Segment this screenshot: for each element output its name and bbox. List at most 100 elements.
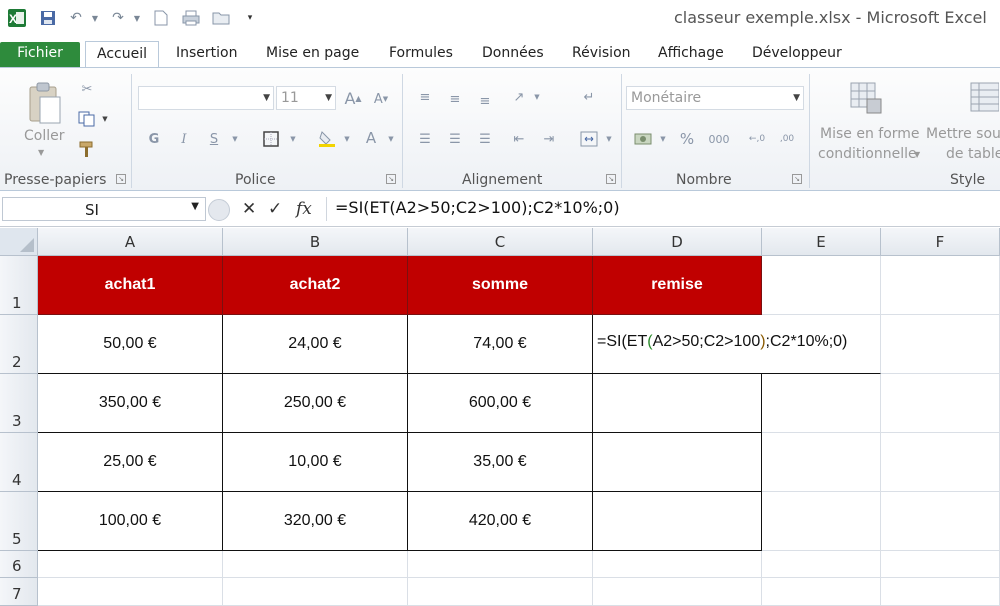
- cell-a7[interactable]: [38, 578, 223, 606]
- column-header-b[interactable]: B: [223, 228, 408, 256]
- align-center-icon[interactable]: ☰: [444, 128, 466, 150]
- row-header-3[interactable]: 3: [0, 374, 38, 433]
- cancel-icon[interactable]: ✕: [242, 199, 256, 219]
- align-middle-icon[interactable]: ≡: [444, 88, 466, 110]
- cell-a5[interactable]: 100,00 €: [38, 492, 223, 551]
- cell-d3[interactable]: [593, 374, 762, 433]
- italic-icon[interactable]: I: [174, 128, 194, 150]
- undo-dropdown-icon[interactable]: ▼: [90, 8, 100, 28]
- customize-toolbar-icon[interactable]: ▾: [244, 8, 256, 28]
- cell-b1[interactable]: achat2: [223, 256, 408, 315]
- select-all-button[interactable]: [0, 228, 38, 256]
- merge-dropdown-icon[interactable]: ▼: [604, 134, 614, 144]
- row-header-1[interactable]: 1: [0, 256, 38, 315]
- cell-f2[interactable]: [881, 315, 1000, 374]
- font-color-icon[interactable]: A: [360, 126, 382, 150]
- row-header-2[interactable]: 2: [0, 315, 38, 374]
- orientation-icon[interactable]: ↗: [508, 86, 530, 108]
- enter-icon[interactable]: ✓: [268, 199, 282, 219]
- cell-f1[interactable]: [881, 256, 1000, 315]
- borders-icon[interactable]: [260, 128, 282, 150]
- cell-b4[interactable]: 10,00 €: [223, 433, 408, 492]
- conditional-formatting-label-1[interactable]: Mise en forme: [820, 126, 920, 142]
- row-header-4[interactable]: 4: [0, 433, 38, 492]
- tab-donnees[interactable]: Données: [482, 42, 544, 68]
- formula-input[interactable]: =SI(ET(A2>50;C2>100);C2*10%;0): [326, 197, 998, 221]
- cell-c5[interactable]: 420,00 €: [408, 492, 593, 551]
- align-right-icon[interactable]: ☰: [474, 128, 496, 150]
- cell-f3[interactable]: [881, 374, 1000, 433]
- undo-icon[interactable]: ↶: [66, 8, 86, 28]
- bold-icon[interactable]: G: [144, 128, 164, 150]
- cell-c4[interactable]: 35,00 €: [408, 433, 593, 492]
- cell-a6[interactable]: [38, 551, 223, 578]
- cell-c2[interactable]: 74,00 €: [408, 315, 593, 374]
- percent-style-icon[interactable]: %: [676, 128, 698, 150]
- redo-dropdown-icon[interactable]: ▼: [132, 8, 142, 28]
- wrap-text-icon[interactable]: ↵: [578, 86, 600, 108]
- decrease-decimal-icon[interactable]: ,00: [776, 128, 798, 150]
- clipboard-launcher-icon[interactable]: ↘: [116, 174, 126, 184]
- cell-d2-editing-text[interactable]: =SI(ET(A2>50;C2>100);C2*10%;0): [597, 333, 847, 351]
- format-as-table-label-1[interactable]: Mettre sou: [926, 126, 1000, 142]
- row-header-6[interactable]: 6: [0, 551, 38, 578]
- copy-icon[interactable]: [76, 108, 98, 130]
- cell-c6[interactable]: [408, 551, 593, 578]
- column-header-d[interactable]: D: [593, 228, 762, 256]
- cell-d4[interactable]: [593, 433, 762, 492]
- chevron-down-icon[interactable]: ▼: [191, 201, 199, 212]
- format-as-table-icon[interactable]: [968, 78, 1000, 118]
- align-left-icon[interactable]: ☰: [414, 128, 436, 150]
- cell-c3[interactable]: 600,00 €: [408, 374, 593, 433]
- copy-dropdown-icon[interactable]: ▼: [100, 114, 110, 124]
- cell-e5[interactable]: [762, 492, 881, 551]
- cell-a2[interactable]: 50,00 €: [38, 315, 223, 374]
- save-icon[interactable]: [38, 8, 58, 28]
- cell-b6[interactable]: [223, 551, 408, 578]
- cell-d6[interactable]: [593, 551, 762, 578]
- cut-icon[interactable]: ✂: [76, 78, 98, 100]
- new-document-icon[interactable]: [152, 8, 170, 28]
- align-bottom-icon[interactable]: ≡: [474, 90, 496, 112]
- cell-b3[interactable]: 250,00 €: [223, 374, 408, 433]
- cell-e6[interactable]: [762, 551, 881, 578]
- row-header-5[interactable]: 5: [0, 492, 38, 551]
- tab-revision[interactable]: Révision: [572, 42, 631, 68]
- fill-color-dropdown-icon[interactable]: ▼: [342, 134, 352, 144]
- alignment-launcher-icon[interactable]: ↘: [606, 174, 616, 184]
- cell-d5[interactable]: [593, 492, 762, 551]
- tab-mise-en-page[interactable]: Mise en page: [266, 42, 359, 68]
- shrink-font-icon[interactable]: A ▼: [370, 88, 392, 110]
- column-header-a[interactable]: A: [38, 228, 223, 256]
- font-launcher-icon[interactable]: ↘: [386, 174, 396, 184]
- merge-center-icon[interactable]: [578, 128, 600, 150]
- tab-fichier[interactable]: Fichier: [0, 42, 80, 68]
- row-header-7[interactable]: 7: [0, 578, 38, 606]
- column-header-f[interactable]: F: [881, 228, 1000, 256]
- cell-e7[interactable]: [762, 578, 881, 606]
- column-header-e[interactable]: E: [762, 228, 881, 256]
- comma-style-icon[interactable]: 000: [706, 128, 732, 150]
- print-icon[interactable]: [180, 8, 202, 28]
- increase-decimal-icon[interactable]: ←,0: [746, 128, 768, 150]
- cell-a4[interactable]: 25,00 €: [38, 433, 223, 492]
- cell-d1[interactable]: remise: [593, 256, 762, 315]
- format-painter-icon[interactable]: [76, 138, 98, 160]
- grow-font-icon[interactable]: A ▲: [342, 86, 364, 110]
- name-box[interactable]: SI ▼: [2, 197, 206, 221]
- decrease-indent-icon[interactable]: ⇤: [508, 128, 530, 150]
- resize-handle[interactable]: [208, 199, 230, 221]
- cell-c1[interactable]: somme: [408, 256, 593, 315]
- cell-c7[interactable]: [408, 578, 593, 606]
- cell-a3[interactable]: 350,00 €: [38, 374, 223, 433]
- redo-icon[interactable]: ↷: [108, 8, 128, 28]
- tab-affichage[interactable]: Affichage: [658, 42, 724, 68]
- cell-a1[interactable]: achat1: [38, 256, 223, 315]
- cell-b5[interactable]: 320,00 €: [223, 492, 408, 551]
- cell-b7[interactable]: [223, 578, 408, 606]
- conditional-formatting-label-2[interactable]: conditionnelle: [818, 146, 917, 162]
- align-top-icon[interactable]: ≡: [414, 86, 436, 108]
- accounting-dropdown-icon[interactable]: ▼: [658, 134, 668, 144]
- open-folder-icon[interactable]: [210, 8, 232, 28]
- tab-accueil[interactable]: Accueil: [85, 41, 159, 69]
